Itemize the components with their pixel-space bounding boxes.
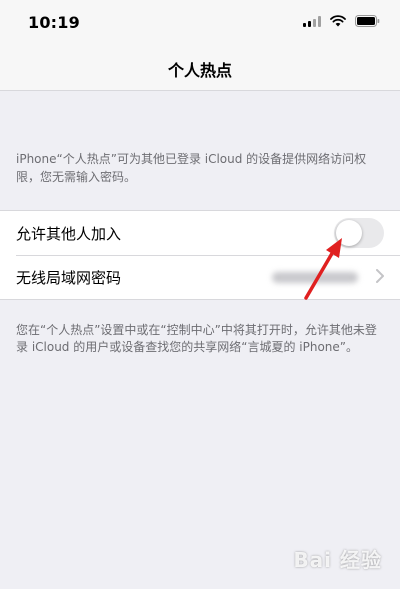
status-bar: 10:19 <box>0 0 400 44</box>
wifi-password-label: 无线局域网密码 <box>16 269 122 287</box>
wifi-icon <box>330 15 346 27</box>
watermark: Bai 经验 <box>293 548 382 572</box>
status-icons <box>303 15 380 27</box>
status-time: 10:19 <box>28 13 80 32</box>
page-title: 个人热点 <box>167 61 232 80</box>
signal-icon <box>303 15 321 27</box>
battery-icon <box>355 15 380 27</box>
allow-others-label: 允许其他人加入 <box>16 225 122 243</box>
hotspot-description: iPhone“个人热点”可为其他已登录 iCloud 的设备提供网络访问权限，您… <box>16 152 367 184</box>
hotspot-footer-note: 您在“个人热点”设置中或在“控制中心”中将其打开时，允许其他未登录 iCloud… <box>16 323 377 354</box>
chevron-right-icon <box>376 269 384 283</box>
red-arrow-icon <box>300 236 350 302</box>
nav-bar: 个人热点 <box>0 44 400 91</box>
